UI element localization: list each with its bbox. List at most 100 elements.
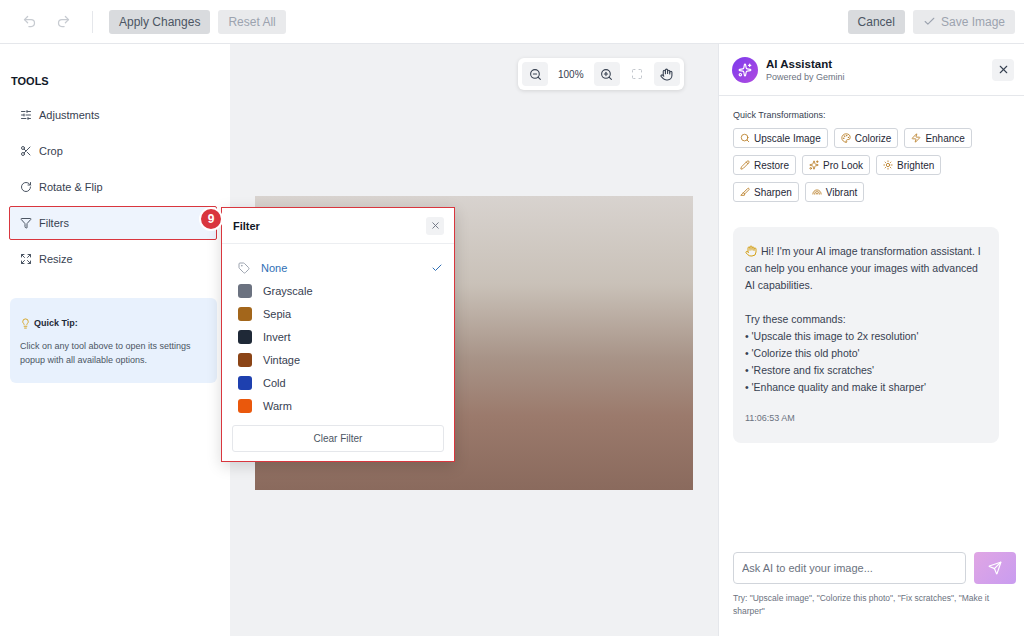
action-icon [911,133,921,143]
tool-icon [20,109,32,121]
filter-swatch [238,353,252,367]
filter-option[interactable]: Invert [238,325,443,348]
panel-title: AI Assistant [766,58,984,70]
image-editor: Apply Changes Reset All Cancel Save Image TO… [0,0,1024,636]
send-icon [988,561,1002,575]
quick-action-button[interactable]: Vibrant [805,182,865,202]
toolbar-button[interactable]: Cancel [848,10,905,34]
filter-option[interactable]: Vintage [238,348,443,371]
filter-option[interactable]: Cold [238,371,443,394]
filter-swatch [238,307,252,321]
tool-icon [20,253,32,265]
undo-icon [22,14,37,29]
fit-icon [631,68,643,80]
redo-icon [56,14,71,29]
popup-close-button[interactable] [426,217,444,235]
command-item: • 'Enhance quality and make it sharper' [745,379,987,396]
top-toolbar: Apply Changes Reset All Cancel Save Image [0,0,1024,44]
quick-action-button[interactable]: Pro Look [802,155,870,175]
zoom-out-icon [529,68,542,81]
action-icon [841,133,851,143]
quick-tip-card: Quick Tip: Click on any tool above to ope… [10,298,217,383]
toolbar-button[interactable]: Apply Changes [109,10,210,34]
command-item: • 'Colorize this old photo' [745,345,987,362]
check-icon [431,262,443,274]
toolbar-button[interactable]: Reset All [218,10,285,34]
panel-subtitle: Powered by Gemini [766,72,984,82]
filter-swatch [238,376,252,390]
input-hint: Try: "Upscale image", "Colorize this pho… [733,592,1010,618]
assistant-logo [732,57,758,83]
assistant-message: Hi! I'm your AI image transformation ass… [733,227,999,443]
fit-button[interactable] [624,62,650,86]
tip-text: Click on any tool above to open its sett… [20,339,207,367]
filter-option[interactable]: None [238,256,443,279]
zoom-out-button[interactable] [522,62,548,86]
send-button[interactable] [974,552,1016,584]
toolbar-button[interactable]: Save Image [913,10,1015,34]
pan-button[interactable] [654,62,680,86]
clear-filter-button[interactable]: Clear Filter [232,425,444,452]
zoom-controls: 100% [518,58,684,90]
chat-input[interactable] [733,552,966,584]
zoom-in-button[interactable] [594,62,620,86]
ai-assistant-panel: AI Assistant Powered by Gemini Quick Trans… [718,44,1024,636]
quick-actions: Upscale Image ColorizeEnhance Restore Pro L… [733,128,983,202]
filter-swatch [238,399,252,413]
prompt: Try these commands: [745,311,987,328]
wave-icon [745,245,757,257]
zoom-reading: 100% [552,69,590,80]
quick-action-button[interactable]: Restore [733,155,796,175]
popup-header: Filter [222,208,454,244]
filter-option[interactable]: Grayscale [238,279,443,302]
action-icon [740,187,750,197]
action-icon [740,133,750,143]
zoom-in-icon [600,68,613,81]
input-row [733,552,1016,584]
action-icon [740,160,750,170]
sidebar-item[interactable]: Resize [9,242,217,276]
sidebar-item[interactable]: Rotate & Flip [9,170,217,204]
workspace: TOOLS AdjustmentsCropRotate & FlipFilters… [0,44,1024,636]
quick-action-button[interactable]: Sharpen [733,182,799,202]
sidebar-item[interactable]: Filters [9,206,217,240]
filter-option[interactable]: Sepia [238,302,443,325]
lightbulb-icon [20,318,31,329]
quick-action-button[interactable]: Upscale Image [733,128,828,148]
action-icon [812,187,822,197]
panel-header: AI Assistant Powered by Gemini [719,44,1024,96]
tool-icon [20,217,32,229]
action-icon [809,160,819,170]
command-item: • 'Upscale this image to 2x resolution' [745,328,987,345]
sparkles-icon [738,63,752,77]
tools-sidebar: TOOLS AdjustmentsCropRotate & FlipFilters… [0,44,230,636]
sidebar-item[interactable]: Adjustments [9,98,217,132]
filter-option[interactable]: Warm [238,394,443,417]
filter-swatch [238,330,252,344]
command-item: • 'Restore and fix scratches' [745,362,987,379]
filter-list: NoneGrayscaleSepiaInvertVintageColdWarm [222,244,454,425]
quick-label: Quick Transformations: [733,110,1010,120]
action-icon [883,160,893,170]
step-badge: 9 [199,207,223,231]
hand-icon [660,68,673,81]
quick-action-button[interactable]: Colorize [834,128,899,148]
redo-button[interactable] [50,9,76,35]
quick-action-button[interactable]: Brighten [876,155,941,175]
quick-action-button[interactable]: Enhance [904,128,971,148]
tool-icon [20,145,32,157]
filter-swatch [238,284,252,298]
sidebar-title: TOOLS [9,75,217,87]
close-button[interactable] [992,59,1014,81]
close-icon [997,63,1010,76]
tip-title: Quick Tip: [20,316,207,330]
sidebar-item[interactable]: Crop [9,134,217,168]
greeting: Hi! I'm your AI image transformation ass… [745,243,987,294]
undo-button[interactable] [16,9,42,35]
tag-icon [238,262,250,274]
close-icon [430,220,441,231]
timestamp: 11:06:53 AM [745,410,987,427]
check-icon [923,15,936,28]
tool-icon [20,181,32,193]
toolbar-divider [92,11,93,33]
